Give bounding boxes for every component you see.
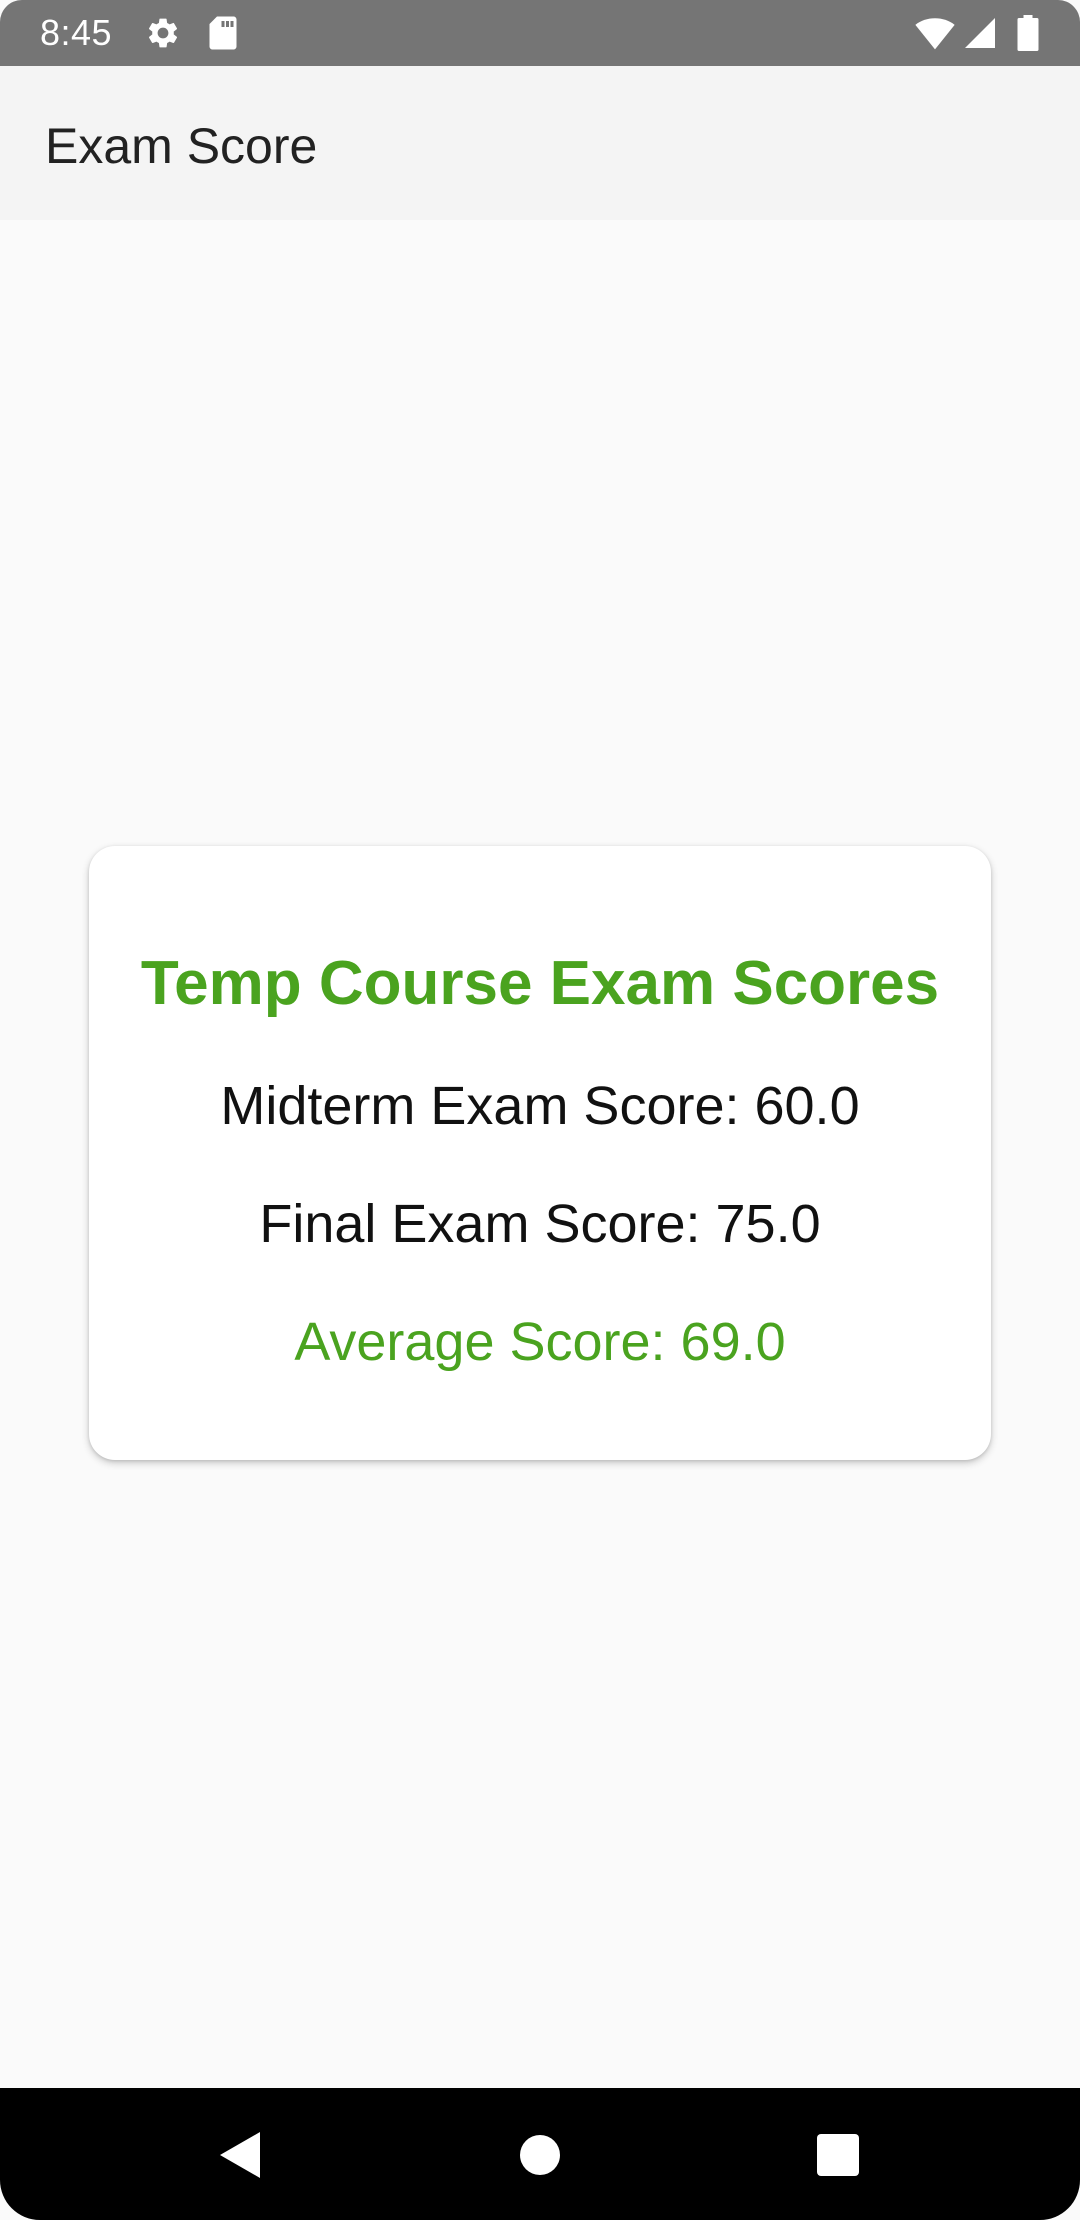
status-bar: 8:45 — [0, 0, 1080, 66]
app-title: Exam Score — [45, 118, 318, 174]
cell-signal-icon — [965, 18, 995, 48]
battery-icon — [1017, 15, 1039, 51]
back-icon[interactable] — [205, 2120, 275, 2190]
gear-icon — [149, 18, 178, 48]
exam-scores-card: Temp Course Exam Scores Midterm Exam Sco… — [89, 846, 991, 1460]
final-score: Final Exam Score: 75.0 — [259, 1194, 821, 1254]
home-icon[interactable] — [505, 2120, 575, 2190]
app-bar: Exam Score — [0, 66, 1080, 220]
midterm-score: Midterm Exam Score: 60.0 — [220, 1076, 860, 1136]
status-time: 8:45 — [40, 12, 113, 53]
navigation-bar — [0, 2088, 1080, 2220]
recents-icon[interactable] — [803, 2120, 873, 2190]
average-score: Average Score: 69.0 — [294, 1312, 786, 1372]
sd-card-icon — [209, 16, 237, 50]
card-title: Temp Course Exam Scores — [140, 949, 940, 1018]
wifi-icon — [915, 18, 955, 50]
